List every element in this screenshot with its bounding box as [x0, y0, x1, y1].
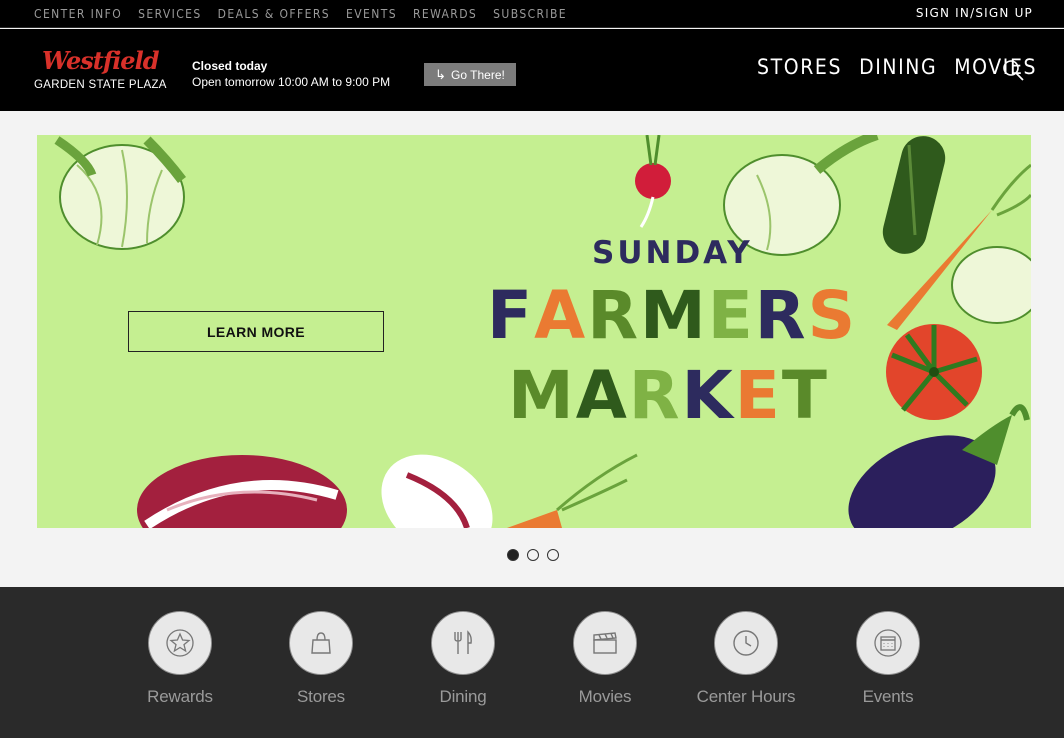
headline-letter: S [807, 277, 858, 354]
clock-icon [714, 611, 778, 675]
utility-bar: CENTER INFO SERVICES DEALS & OFFERS EVEN… [0, 0, 1064, 28]
headline-letter: M [508, 357, 576, 434]
quick-link-label: Center Hours [696, 687, 796, 706]
clapperboard-icon [573, 611, 637, 675]
radicchio-illustration [137, 454, 493, 528]
eggplant-illustration [848, 404, 1030, 528]
quick-link-label: Rewards [147, 687, 213, 706]
radish-illustration [635, 135, 671, 228]
calendar-icon [856, 611, 920, 675]
quick-link-dining[interactable]: Dining [403, 611, 523, 707]
tomato-illustration [886, 324, 982, 420]
hero-headline-farmers: FARMERS [487, 277, 857, 354]
star-icon [148, 611, 212, 675]
logo-script-text: Westfield [42, 46, 159, 75]
quick-link-movies[interactable]: Movies [545, 611, 665, 707]
utility-link-subscribe[interactable]: SUBSCRIBE [493, 7, 567, 21]
quick-link-label: Events [862, 687, 914, 706]
headline-letter: E [707, 277, 755, 354]
headline-letter: R [587, 277, 641, 354]
headline-letter: R [754, 277, 808, 354]
headline-letter: T [781, 357, 829, 434]
go-there-button[interactable]: ↳ Go There! [424, 63, 516, 86]
headline-letter: A [575, 357, 629, 434]
quick-link-center-hours[interactable]: Center Hours [686, 611, 806, 707]
quick-link-rewards[interactable]: Rewards [120, 611, 240, 707]
cucumber-illustration [882, 136, 946, 254]
quick-links-bar: Rewards Stores Dining Movies Center Hours Eve… [0, 587, 1064, 738]
hero-headline-market: MARKET [508, 357, 829, 434]
nav-stores[interactable]: STORES [757, 55, 842, 79]
carrot-illustration-bottom [507, 453, 638, 528]
center-hours-status: Closed today Open tomorrow 10:00 AM to 9… [192, 58, 390, 90]
carousel-dot-2[interactable] [527, 549, 539, 561]
logo-center-name: GARDEN STATE PLAZA [34, 79, 167, 91]
carousel-dot-3[interactable] [547, 549, 559, 561]
headline-letter: E [734, 357, 782, 434]
site-header: Westfield GARDEN STATE PLAZA Closed toda… [0, 29, 1064, 111]
utility-link-events[interactable]: EVENTS [346, 7, 397, 21]
fennel-illustration-left [54, 136, 186, 250]
nav-dining[interactable]: DINING [859, 55, 937, 79]
carousel-indicators [507, 549, 559, 561]
sign-in-link[interactable]: SIGN IN/SIGN UP [916, 6, 1033, 20]
fork-knife-icon [431, 611, 495, 675]
headline-letter: R [628, 357, 682, 434]
headline-letter: M [640, 277, 708, 354]
hours-next-open-text: Open tomorrow 10:00 AM to 9:00 PM [192, 75, 391, 89]
nav-movies[interactable]: MOVIES [954, 55, 1037, 79]
carousel-dot-1[interactable] [507, 549, 519, 561]
quick-link-label: Movies [578, 687, 632, 706]
learn-more-button[interactable]: LEARN MORE [128, 311, 384, 352]
utility-link-center-info[interactable]: CENTER INFO [34, 7, 122, 21]
headline-letter: A [534, 277, 588, 354]
utility-link-deals-offers[interactable]: DEALS & OFFERS [218, 7, 330, 21]
main-nav: STORES DINING MOVIES [757, 55, 1037, 79]
quick-link-events[interactable]: Events [828, 611, 948, 707]
hero-headline-sunday: SUNDAY [592, 235, 753, 271]
utility-nav: CENTER INFO SERVICES DEALS & OFFERS EVEN… [34, 7, 567, 21]
westfield-logo[interactable]: Westfield GARDEN STATE PLAZA [34, 46, 166, 96]
headline-letter: F [487, 277, 535, 354]
utility-link-rewards[interactable]: REWARDS [413, 7, 477, 21]
quick-link-label: Dining [439, 687, 487, 706]
directions-arrow-icon: ↳ [435, 66, 447, 82]
search-icon[interactable] [1002, 59, 1024, 81]
quick-link-stores[interactable]: Stores [261, 611, 381, 707]
utility-link-services[interactable]: SERVICES [138, 7, 202, 21]
shopping-bag-icon [289, 611, 353, 675]
hero-banner[interactable]: LEARN MORE SUNDAY FARMERS MARKET [37, 135, 1031, 528]
hours-status-text: Closed today [192, 59, 268, 73]
quick-link-label: Stores [297, 687, 345, 706]
headline-letter: K [681, 357, 735, 434]
go-there-label: Go There! [451, 67, 505, 82]
